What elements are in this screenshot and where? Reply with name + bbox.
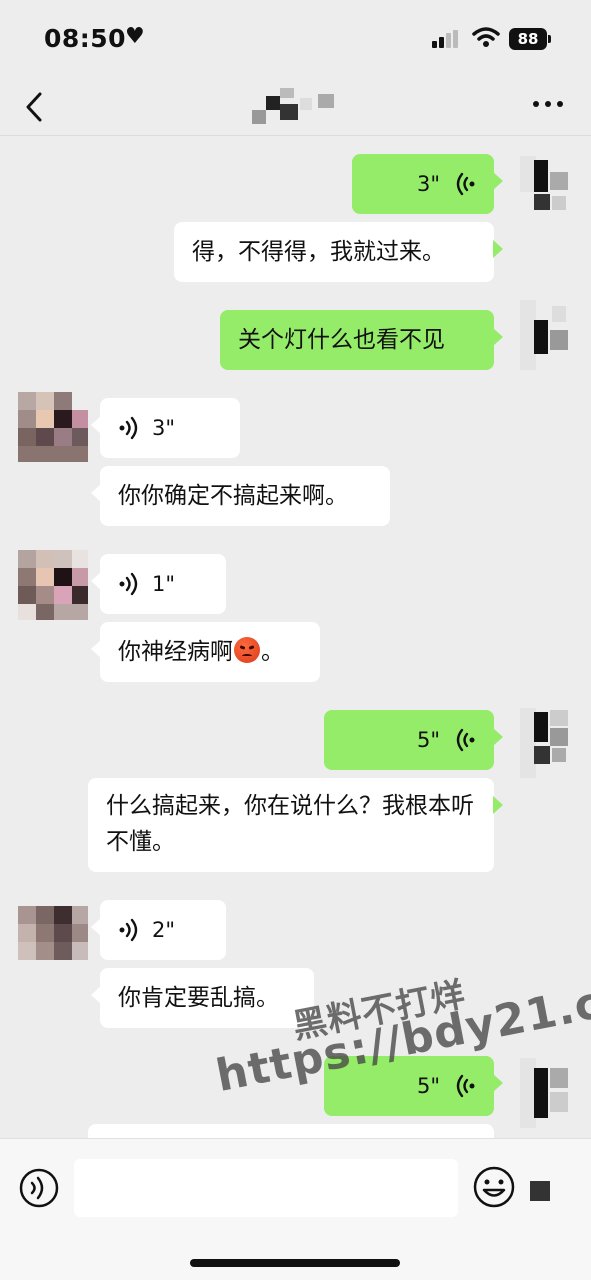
chevron-left-icon[interactable] (22, 90, 52, 124)
contact-avatar[interactable] (18, 550, 88, 620)
message-input[interactable] (74, 1159, 458, 1217)
chat-header (0, 78, 591, 136)
voice-wave-icon (456, 172, 475, 196)
voice-message[interactable]: 1" (91, 554, 226, 614)
voice-duration: 2" (152, 918, 176, 942)
heart-icon: ♥ (125, 24, 145, 49)
message-text: 你神经病啊 (118, 639, 233, 665)
voice-duration: 1" (152, 572, 176, 596)
voice-duration: 5" (416, 728, 440, 752)
smiley-icon[interactable] (472, 1165, 516, 1209)
message-text: 关个灯什么也看不见 (238, 327, 445, 353)
message-text-suffix: 。 (261, 639, 284, 665)
text-message[interactable]: 得，不得得，我就过来。 (174, 222, 503, 282)
voice-wave-icon (456, 1074, 475, 1098)
text-message[interactable]: 关个灯什么也看不见 (220, 310, 503, 370)
voice-wave-icon (119, 416, 138, 440)
voice-duration: 3" (416, 172, 440, 196)
voice-message[interactable]: 5" (324, 710, 503, 770)
self-avatar[interactable] (512, 300, 582, 370)
voice-duration: 3" (152, 416, 176, 440)
voice-message[interactable]: 3" (91, 398, 240, 458)
more-dots-icon[interactable] (531, 94, 565, 114)
cellular-signal-icon (432, 30, 464, 48)
self-avatar[interactable] (512, 156, 582, 226)
more-functions-button[interactable] (530, 1181, 550, 1201)
voice-wave-icon (456, 728, 475, 752)
text-message[interactable]: 你神经病啊 。 (91, 622, 320, 682)
message-text: 什么搞起来，你在说什么？我根本听不懂。 (106, 793, 474, 855)
status-bar: 08:50 ♥ 88 (0, 0, 591, 78)
voice-message[interactable]: 3" (352, 154, 503, 214)
self-avatar[interactable] (512, 708, 582, 778)
wifi-icon (472, 27, 500, 47)
voice-wave-icon (119, 918, 138, 942)
voice-message[interactable]: 2" (91, 900, 226, 960)
voice-wave-icon (119, 572, 138, 596)
contact-name-pixelated (246, 88, 342, 126)
battery-tip (548, 35, 551, 43)
contact-avatar[interactable] (18, 392, 88, 462)
text-message[interactable]: 什么搞起来，你在说什么？我根本听不懂。 (88, 778, 503, 872)
voice-input-toggle-icon[interactable] (18, 1167, 60, 1209)
battery-indicator: 88 (509, 28, 547, 50)
message-text: 得，不得得，我就过来。 (192, 239, 445, 265)
contact-avatar[interactable] (18, 906, 88, 976)
message-text: 你肯定要乱搞。 (118, 985, 279, 1011)
status-time: 08:50 (44, 24, 127, 53)
text-message[interactable]: 你肯定要乱搞。 (91, 968, 314, 1028)
message-text: 你你确定不搞起来啊。 (118, 483, 348, 509)
home-indicator (190, 1259, 400, 1267)
text-message[interactable]: 你你确定不搞起来啊。 (91, 466, 390, 526)
voice-duration: 5" (416, 1074, 440, 1098)
self-avatar[interactable] (512, 1058, 582, 1128)
angry-face-emoji (234, 637, 260, 663)
